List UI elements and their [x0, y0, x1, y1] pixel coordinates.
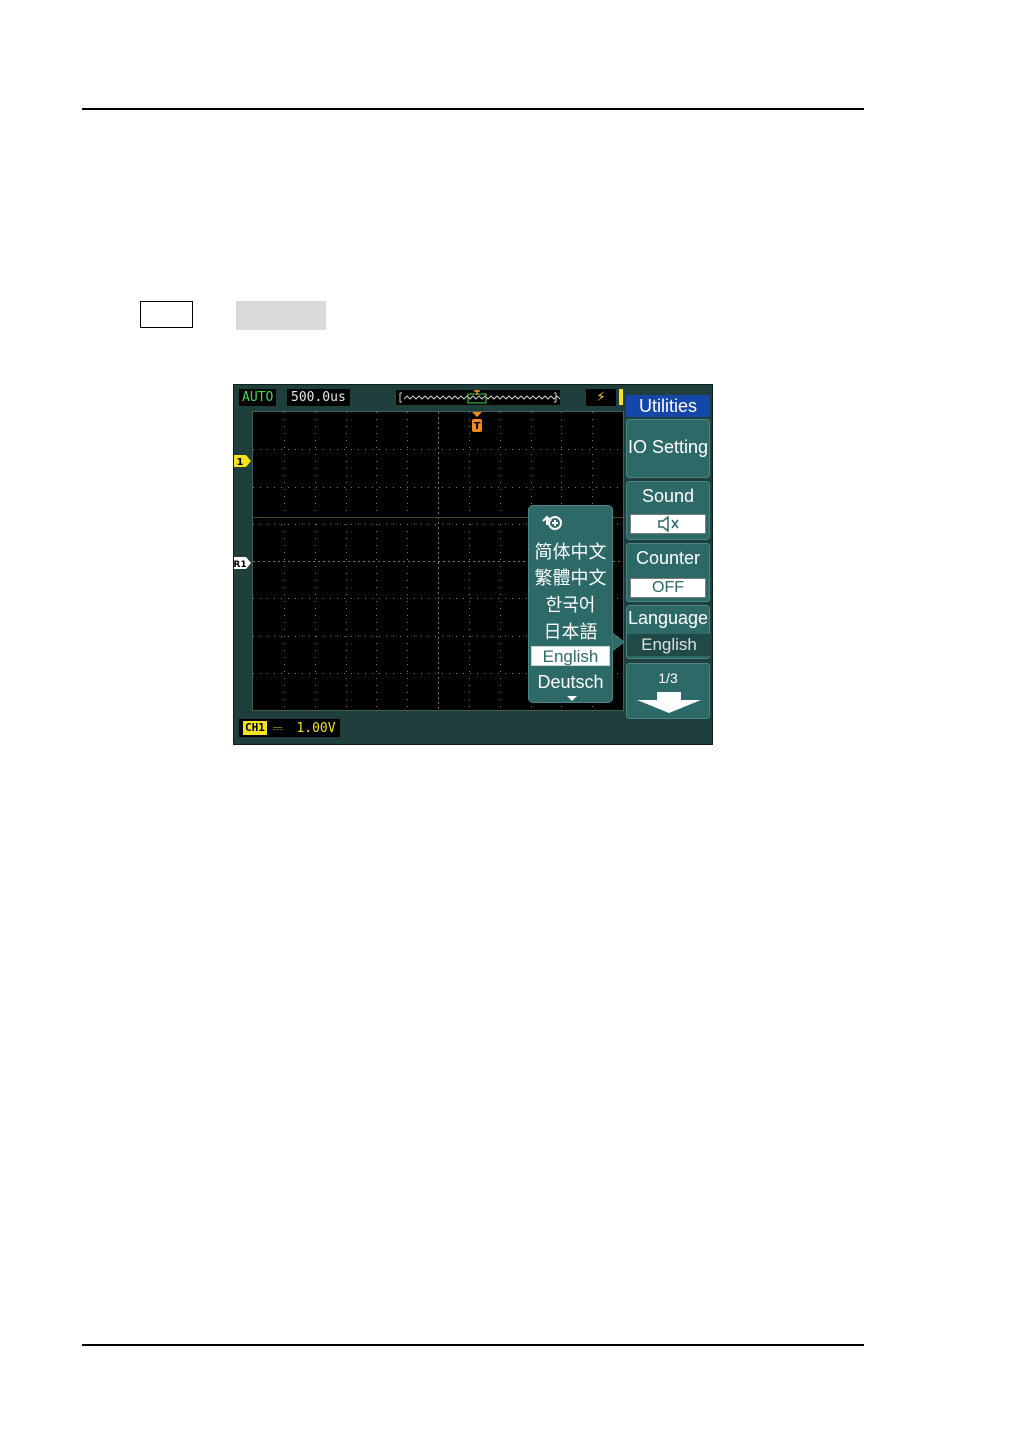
utility-key-box — [140, 301, 193, 328]
scroll-down-icon — [567, 696, 577, 701]
language-option-selected[interactable]: English — [531, 646, 610, 666]
language-label: Language — [627, 608, 709, 628]
language-option[interactable]: 简体中文 — [529, 538, 612, 564]
arrow-down-icon — [637, 692, 701, 713]
sound-value — [630, 514, 706, 534]
language-button[interactable]: Language English — [626, 605, 711, 659]
speaker-muted-icon — [658, 515, 679, 533]
language-option[interactable]: Deutsch — [529, 672, 612, 693]
ch1-tag: CH1 — [243, 721, 267, 735]
trigger-marker-label: T — [474, 421, 481, 432]
language-value: English — [627, 634, 711, 656]
next-page-button[interactable]: 1/3 — [626, 663, 710, 719]
waveform-memory-icon — [399, 390, 567, 404]
ch1-level-marker: 1 — [234, 453, 252, 472]
language-softkey-highlight — [236, 301, 326, 330]
language-option[interactable]: 한국어 — [529, 591, 612, 617]
utilities-menu: Utilities IO Setting Sound Counter OFF L… — [624, 393, 711, 723]
page-indicator: 1/3 — [658, 670, 678, 686]
channel-status: CH1 ⎓ 1.00V — [239, 719, 340, 737]
language-option[interactable]: 繁體中文 — [529, 564, 612, 590]
counter-button[interactable]: Counter OFF — [626, 543, 710, 602]
sound-button[interactable]: Sound — [626, 481, 710, 540]
ref-level-marker: R1 — [234, 555, 252, 574]
top-rule — [82, 108, 864, 110]
trigger-position-marker: T — [471, 412, 483, 438]
dc-coupling-icon: ⎓ — [272, 721, 283, 735]
ch1-marker-label: 1 — [237, 457, 244, 468]
multifunction-knob-icon — [542, 515, 562, 530]
sound-label: Sound — [641, 486, 695, 506]
ref-marker-label: R1 — [234, 560, 247, 570]
ch1-volts-div: 1.00V — [296, 720, 336, 736]
io-setting-button[interactable]: IO Setting — [626, 419, 710, 478]
io-setting-label: IO Setting — [627, 437, 709, 457]
trigger-level-indicator — [619, 389, 623, 405]
counter-value: OFF — [630, 578, 706, 598]
language-option[interactable]: 日本語 — [529, 618, 612, 644]
trigger-edge-icon: ⚡ — [586, 389, 616, 406]
oscilloscope-screen: AUTO 500.0us ⚡ T 1 R1 CH1 ⎓ 1.00V 简体中文 繁… — [233, 384, 713, 745]
language-popup[interactable]: 简体中文 繁體中文 한국어 日本語 English Deutsch — [528, 505, 613, 703]
memory-position-bar — [396, 390, 567, 405]
bottom-rule — [82, 1344, 864, 1346]
timebase-readout: 500.0us — [287, 389, 350, 406]
acquisition-mode: AUTO — [239, 389, 277, 406]
counter-label: Counter — [635, 548, 701, 568]
menu-title: Utilities — [626, 395, 710, 417]
